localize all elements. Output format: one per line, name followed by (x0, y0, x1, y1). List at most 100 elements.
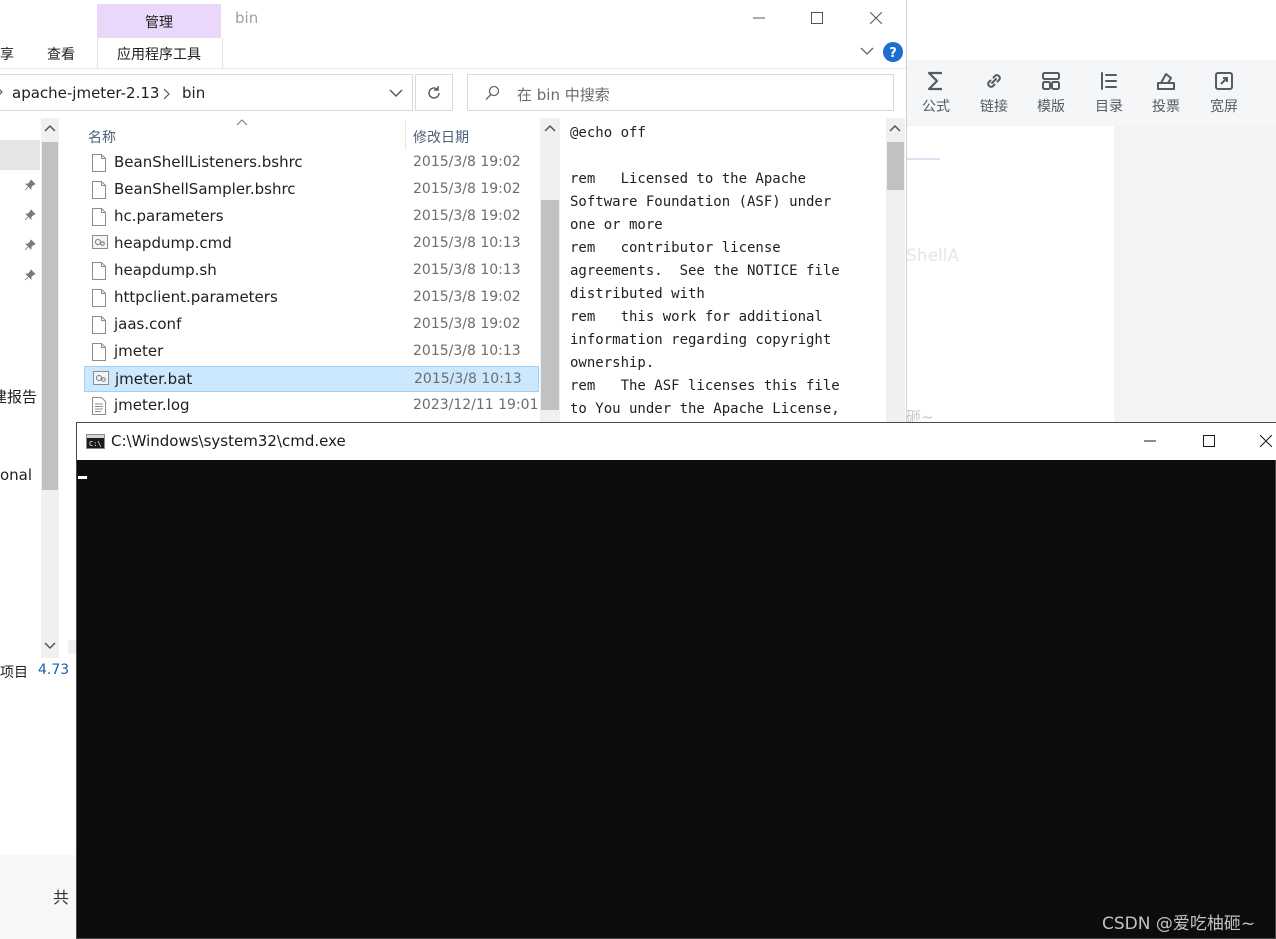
template-tool-button[interactable]: 模版 (1029, 66, 1073, 116)
column-divider[interactable] (405, 120, 406, 150)
console-icon: C:\ (86, 434, 105, 449)
file-modified-date: 2015/3/8 19:02 (413, 208, 521, 224)
ribbon-tab-share[interactable]: 享 (0, 44, 14, 64)
nav-scrollbar-thumb[interactable] (42, 142, 58, 490)
cmd-window[interactable] (76, 422, 1276, 939)
help-button[interactable]: ? (883, 42, 903, 62)
file-row[interactable]: jmeter.log 2023/12/11 19:01 (84, 393, 539, 419)
ribbon-tab-view[interactable]: 查看 (47, 44, 75, 64)
vote-tool-button[interactable]: 投票 (1144, 66, 1188, 116)
pin-icon (24, 239, 36, 251)
batch-file-icon (92, 235, 108, 249)
refresh-icon (428, 85, 440, 99)
toc-tool-label: 目录 (1095, 99, 1123, 115)
scroll-up-arrow-icon[interactable] (889, 124, 901, 132)
breadcrumb-item-parent[interactable]: apache-jmeter-2.13 (12, 84, 159, 102)
nav-item-onal[interactable]: onal (0, 466, 32, 484)
file-name: heapdump.sh (114, 261, 217, 279)
close-icon (1260, 435, 1272, 447)
file-row[interactable]: BeanShellSampler.bshrc 2015/3/8 19:02 (84, 177, 539, 203)
cmd-window-title: C:\Windows\system32\cmd.exe (111, 432, 346, 450)
address-history-button[interactable] (389, 89, 403, 98)
link-tool-button[interactable]: 链接 (972, 66, 1016, 116)
file-modified-date: 2015/3/8 10:13 (413, 343, 521, 359)
ribbon-separator (0, 68, 906, 69)
document-icon (92, 316, 106, 334)
file-name: jmeter.bat (115, 370, 193, 388)
minimize-button[interactable] (730, 0, 788, 36)
file-name: httpclient.parameters (114, 288, 278, 306)
file-row[interactable]: heapdump.sh 2015/3/8 10:13 (84, 258, 539, 284)
breadcrumb-item-current[interactable]: bin (182, 84, 205, 102)
file-list-scrollbar-thumb[interactable] (541, 200, 559, 410)
file-modified-date: 2015/3/8 19:02 (413, 316, 521, 332)
svg-text:?: ? (889, 46, 897, 61)
scroll-down-arrow-icon[interactable] (44, 642, 56, 650)
document-icon (92, 343, 106, 361)
formula-tool-label: 公式 (922, 99, 950, 115)
help-icon: ? (883, 42, 903, 62)
chevron-down-icon (389, 89, 403, 97)
refresh-button[interactable] (415, 74, 453, 111)
cmd-maximize-button[interactable] (1180, 423, 1238, 459)
column-header-name[interactable]: 名称 (88, 127, 116, 147)
cmd-minimize-button[interactable] (1121, 423, 1179, 459)
file-name: BeanShellListeners.bshrc (114, 153, 303, 171)
cmd-close-button[interactable] (1240, 423, 1276, 459)
file-modified-date: 2023/12/11 19:01 (413, 397, 539, 413)
svg-text:C:\: C:\ (89, 440, 102, 448)
file-row[interactable]: jmeter.bat 2015/3/8 10:13 (84, 366, 539, 392)
preview-line: rem contributor license (570, 240, 781, 256)
template-icon (1029, 66, 1073, 96)
file-row[interactable]: httpclient.parameters 2015/3/8 19:02 (84, 285, 539, 311)
file-row[interactable]: jaas.conf 2015/3/8 19:02 (84, 312, 539, 338)
file-modified-date: 2015/3/8 19:02 (413, 181, 521, 197)
widescreen-tool-button[interactable]: 宽屏 (1202, 66, 1246, 116)
search-icon (484, 85, 500, 101)
file-row[interactable]: heapdump.cmd 2015/3/8 10:13 (84, 231, 539, 257)
text-file-icon (92, 397, 106, 415)
file-modified-date: 2015/3/8 10:13 (414, 371, 522, 387)
column-header-date[interactable]: 修改日期 (413, 127, 469, 147)
file-name: hc.parameters (114, 207, 224, 225)
search-placeholder: 在 bin 中搜索 (517, 86, 610, 104)
ribbon-manage-label: 管理 (145, 15, 173, 31)
file-name: jmeter (114, 342, 164, 360)
watermark: CSDN @爱吃柚砸~ (1102, 914, 1256, 934)
close-button[interactable] (847, 0, 905, 36)
maximize-button[interactable] (788, 0, 846, 36)
pin-icon (24, 179, 36, 191)
file-modified-date: 2015/3/8 19:02 (413, 154, 521, 170)
template-tool-label: 模版 (1037, 99, 1065, 115)
vote-icon (1144, 66, 1188, 96)
horizontal-scroll-left[interactable] (68, 640, 76, 654)
expand-icon (1202, 66, 1246, 96)
preview-line: one or more (570, 217, 663, 233)
nav-item-selected[interactable] (0, 140, 40, 170)
preview-scrollbar-thumb[interactable] (887, 142, 904, 190)
minimize-icon (1144, 440, 1156, 442)
file-row[interactable]: hc.parameters 2015/3/8 19:02 (84, 204, 539, 230)
breadcrumb-chevron-icon (0, 86, 4, 98)
toc-tool-button[interactable]: 目录 (1087, 66, 1131, 116)
console-cursor (78, 476, 87, 479)
background-window-text: 共 (53, 888, 70, 907)
scroll-up-arrow-icon[interactable] (44, 124, 56, 132)
preview-line: @echo off (570, 125, 646, 141)
file-row[interactable]: jmeter 2015/3/8 10:13 (84, 339, 539, 365)
link-tool-label: 链接 (980, 99, 1008, 115)
formula-tool-button[interactable]: 公式 (914, 66, 958, 116)
editor-paper[interactable] (906, 126, 1114, 422)
link-icon (972, 66, 1016, 96)
document-icon (92, 208, 106, 226)
ribbon-app-tools-label: 应用程序工具 (117, 47, 201, 63)
nav-item-report[interactable]: 建报告 (0, 386, 37, 407)
preview-line: rem Licensed to the Apache (570, 171, 807, 187)
ribbon-collapse-button[interactable] (860, 46, 874, 56)
list-icon (1087, 66, 1131, 96)
scroll-up-arrow-icon[interactable] (544, 124, 556, 132)
vote-tool-label: 投票 (1152, 99, 1180, 115)
file-preview-pane: @echo off rem Licensed to the Apache Softw… (570, 122, 886, 421)
maximize-icon (811, 12, 823, 24)
file-row[interactable]: BeanShellListeners.bshrc 2015/3/8 19:02 (84, 150, 539, 176)
